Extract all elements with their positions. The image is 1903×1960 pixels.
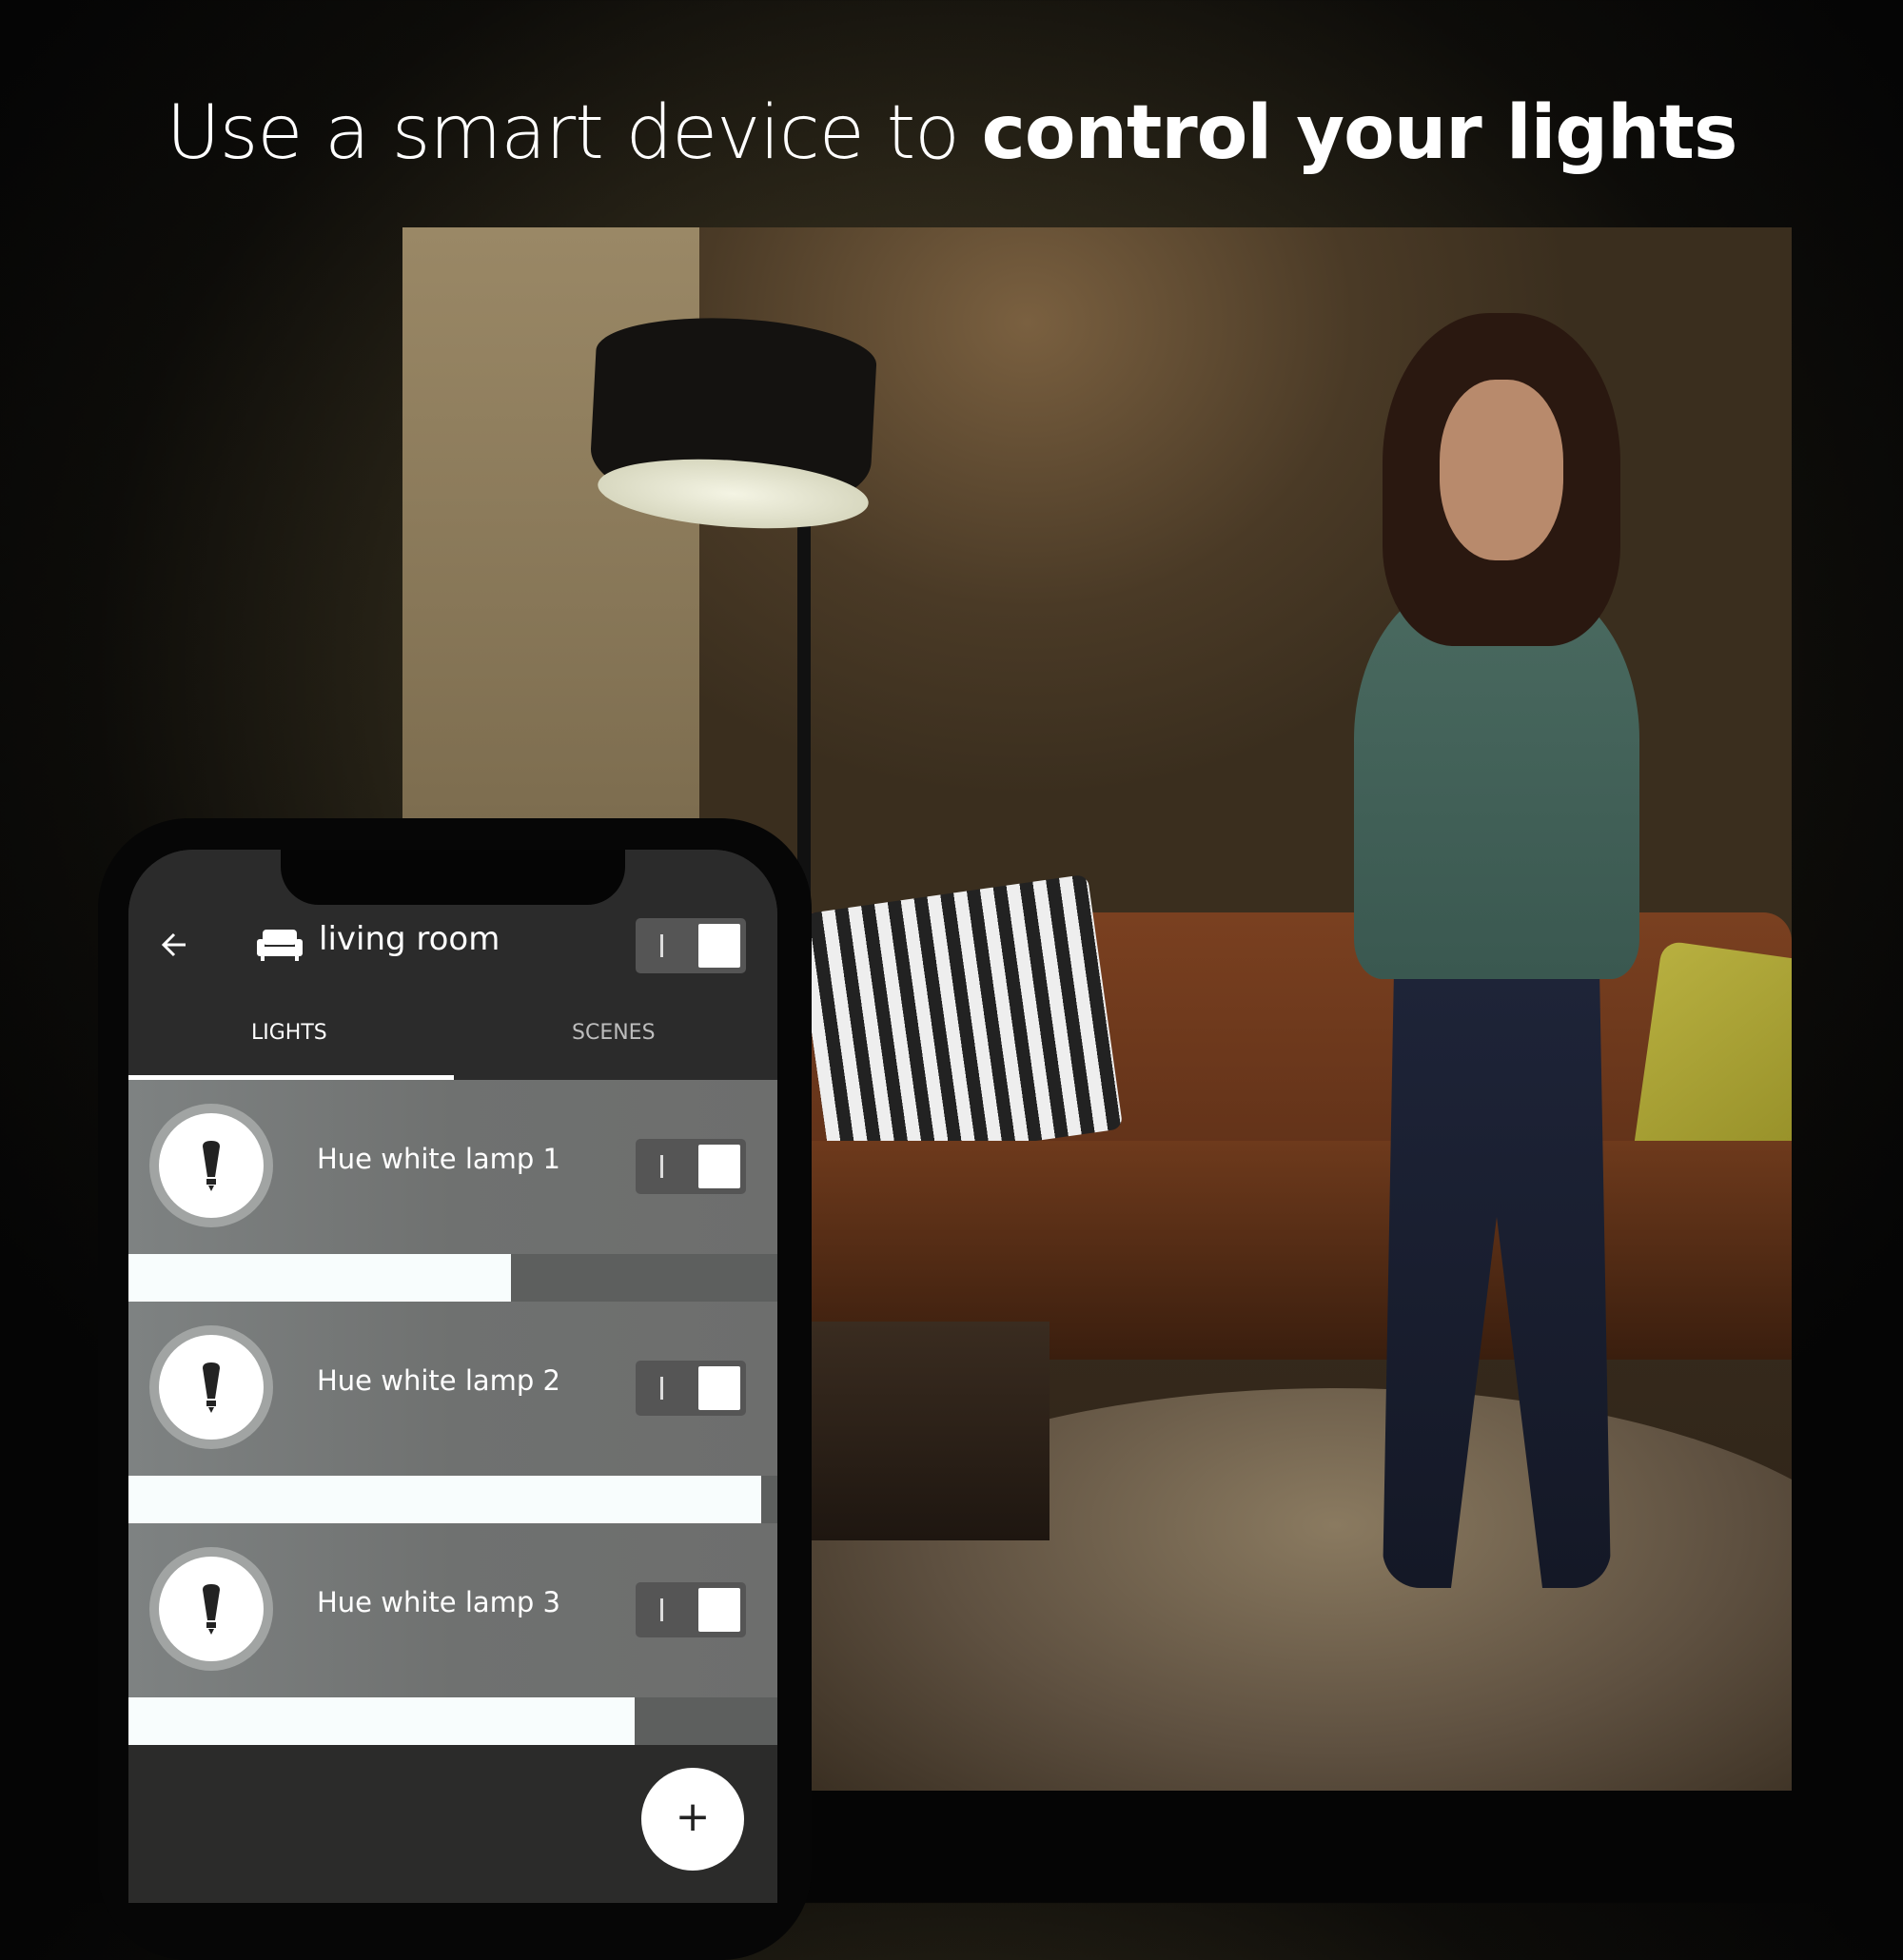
light-row[interactable]: Hue white lamp 1: [128, 1080, 777, 1256]
brightness-slider[interactable]: [128, 1476, 777, 1523]
toggle-on-indicator: [660, 934, 663, 957]
tab-lights[interactable]: LIGHTS: [251, 1021, 327, 1045]
headline-regular: Use a smart device to: [166, 90, 982, 176]
toggle-knob: [698, 1588, 740, 1632]
person-face: [1440, 380, 1563, 560]
arrow-left-icon[interactable]: [157, 926, 199, 968]
brightness-slider[interactable]: [128, 1254, 777, 1302]
light-toggle[interactable]: [636, 1582, 746, 1637]
bulb-icon: [201, 1362, 222, 1414]
light-row[interactable]: Hue white lamp 2: [128, 1302, 777, 1478]
brightness-fill: [128, 1254, 512, 1302]
light-name: Hue white lamp 1: [317, 1143, 560, 1175]
add-light-button[interactable]: +: [641, 1768, 744, 1871]
room-toggle[interactable]: [636, 918, 746, 973]
light-name: Hue white lamp 3: [317, 1586, 560, 1618]
sofa-icon: [257, 928, 303, 962]
toggle-knob: [698, 1145, 740, 1188]
light-toggle[interactable]: [636, 1139, 746, 1194]
toggle-knob: [698, 924, 740, 968]
headline: Use a smart device to control your light…: [0, 90, 1903, 176]
bulb-icon: [201, 1584, 222, 1636]
tab-scenes[interactable]: SCENES: [572, 1021, 656, 1045]
app-header: living room LIGHTS SCENES: [128, 850, 777, 1080]
plus-icon: +: [675, 1793, 711, 1841]
toggle-on-indicator: [660, 1155, 663, 1178]
headline-bold: control your lights: [981, 90, 1738, 176]
light-name: Hue white lamp 2: [317, 1364, 560, 1397]
light-toggle[interactable]: [636, 1361, 746, 1416]
toggle-on-indicator: [660, 1598, 663, 1621]
brightness-fill: [128, 1697, 635, 1745]
phone-notch: [281, 850, 625, 905]
light-row[interactable]: Hue white lamp 3: [128, 1523, 777, 1699]
brightness-fill: [128, 1476, 761, 1523]
room-title: living room: [319, 920, 500, 958]
bulb-icon: [201, 1141, 222, 1192]
toggle-knob: [698, 1366, 740, 1410]
striped-pillow: [795, 873, 1124, 1170]
phone-screen: living room LIGHTS SCENES Hue white lamp…: [128, 850, 777, 1903]
toggle-on-indicator: [660, 1377, 663, 1400]
brightness-slider[interactable]: [128, 1697, 777, 1745]
